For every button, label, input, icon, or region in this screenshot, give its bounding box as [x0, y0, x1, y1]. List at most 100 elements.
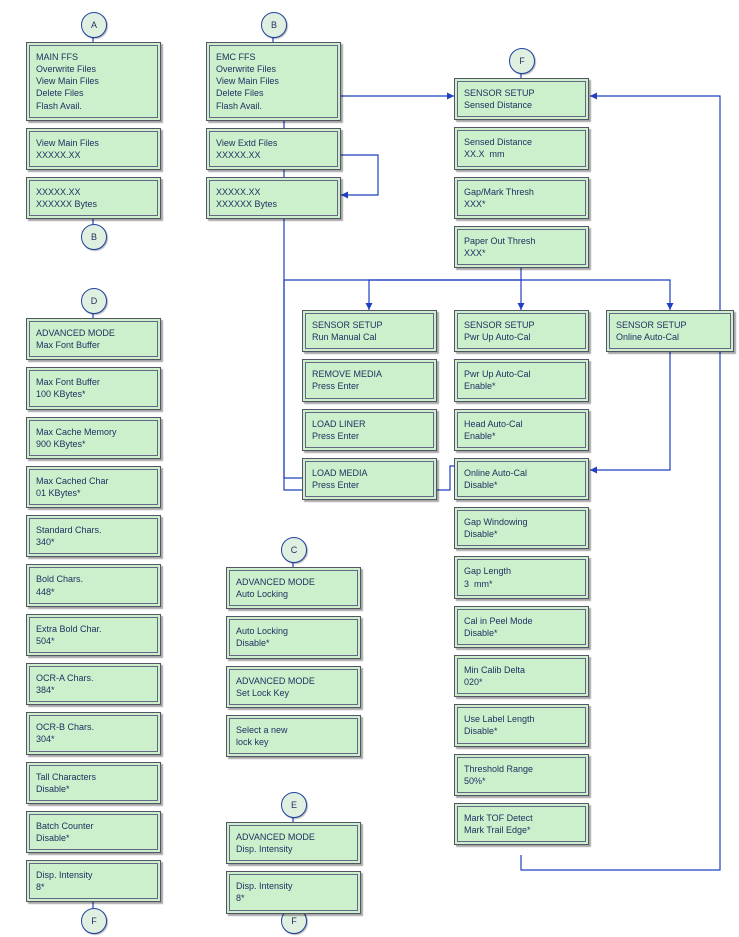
- line: XXX*: [464, 198, 579, 210]
- box-sensor-online: SENSOR SETUP Online Auto-Cal: [606, 310, 734, 352]
- line: Batch Counter: [36, 820, 151, 832]
- line: Max Font Buffer: [36, 376, 151, 388]
- line: SENSOR SETUP: [464, 319, 579, 331]
- line: Sensed Distance: [464, 99, 579, 111]
- line: View Extd Files: [216, 137, 331, 149]
- connector-E-top: E: [281, 792, 307, 818]
- line: View Main Files: [36, 75, 151, 87]
- connector-D-top: D: [81, 288, 107, 314]
- box-remove-media: REMOVE MEDIA Press Enter: [302, 359, 437, 401]
- column-advanced-disp: ADVANCED MODE Disp. Intensity Disp. Inte…: [226, 822, 361, 921]
- line: Online Auto-Cal: [464, 467, 579, 479]
- line: 8*: [236, 892, 351, 904]
- column-sensor-setup-top: SENSOR SETUP Sensed Distance Sensed Dist…: [454, 78, 589, 275]
- box-maxfont-100k: Max Font Buffer 100 KBytes*: [26, 367, 161, 409]
- box-adv-maxfont: ADVANCED MODE Max Font Buffer: [26, 318, 161, 360]
- box-load-liner: LOAD LINER Press Enter: [302, 409, 437, 451]
- line: 100 KBytes*: [36, 388, 151, 400]
- line: Pwr Up Auto-Cal: [464, 331, 579, 343]
- line: Online Auto-Cal: [616, 331, 724, 343]
- line: Set Lock Key: [236, 687, 351, 699]
- line: Max Cache Memory: [36, 426, 151, 438]
- line: SENSOR SETUP: [616, 319, 724, 331]
- line: Disp. Intensity: [36, 869, 151, 881]
- line: 900 KBytes*: [36, 438, 151, 450]
- connector-C-top: C: [281, 537, 307, 563]
- box-gap-windowing: Gap Windowing Disable*: [454, 507, 589, 549]
- line: Mark Trail Edge*: [464, 824, 579, 836]
- line: Max Font Buffer: [36, 339, 151, 351]
- line: Run Manual Cal: [312, 331, 427, 343]
- line: Disp. Intensity: [236, 843, 351, 855]
- line: 504*: [36, 635, 151, 647]
- box-mark-tof: Mark TOF Detect Mark Trail Edge*: [454, 803, 589, 845]
- line: 020*: [464, 676, 579, 688]
- line: Disable*: [464, 725, 579, 737]
- box-min-calib: Min Calib Delta 020*: [454, 655, 589, 697]
- line: 340*: [36, 536, 151, 548]
- line: Delete Files: [36, 87, 151, 99]
- box-main-ffs-view: View Main Files XXXXX.XX: [26, 128, 161, 170]
- line: MAIN FFS: [36, 51, 151, 63]
- line: Press Enter: [312, 479, 427, 491]
- line: Enable*: [464, 430, 579, 442]
- line: 01 KBytes*: [36, 487, 151, 499]
- line: XXXXX.XX: [216, 186, 331, 198]
- line: ADVANCED MODE: [236, 831, 351, 843]
- line: Pwr Up Auto-Cal: [464, 368, 579, 380]
- connector-A-top: A: [81, 12, 107, 38]
- box-gap-thresh: Gap/Mark Thresh XXX*: [454, 177, 589, 219]
- line: XXXXX.XX: [36, 149, 151, 161]
- box-load-media: LOAD MEDIA Press Enter: [302, 458, 437, 500]
- line: SENSOR SETUP: [464, 87, 579, 99]
- line: Bold Chars.: [36, 573, 151, 585]
- line: XXXXX.XX: [216, 149, 331, 161]
- line: ADVANCED MODE: [236, 576, 351, 588]
- box-sensor-setup: SENSOR SETUP Sensed Distance: [454, 78, 589, 120]
- line: 448*: [36, 586, 151, 598]
- line: Gap/Mark Thresh: [464, 186, 579, 198]
- line: XXXXX.XX: [36, 186, 151, 198]
- line: EMC FFS: [216, 51, 331, 63]
- box-main-ffs-bytes: XXXXX.XX XXXXXX Bytes: [26, 177, 161, 219]
- line: OCR-A Chars.: [36, 672, 151, 684]
- box-adv-dispint: ADVANCED MODE Disp. Intensity: [226, 822, 361, 864]
- line: Auto Locking: [236, 625, 351, 637]
- column-online-autocal: SENSOR SETUP Online Auto-Cal: [606, 310, 734, 359]
- column-main-ffs: MAIN FFS Overwrite Files View Main Files…: [26, 42, 161, 226]
- line: View Main Files: [36, 137, 151, 149]
- box-pwrup-enable: Pwr Up Auto-Cal Enable*: [454, 359, 589, 401]
- line: Max Cached Char: [36, 475, 151, 487]
- box-ocra-chars: OCR-A Chars. 384*: [26, 663, 161, 705]
- box-dispint-8: Disp. Intensity 8*: [226, 871, 361, 913]
- box-use-label-len: Use Label Length Disable*: [454, 704, 589, 746]
- line: Disable*: [36, 832, 151, 844]
- line: Disable*: [236, 637, 351, 649]
- box-std-chars: Standard Chars. 340*: [26, 515, 161, 557]
- line: OCR-B Chars.: [36, 721, 151, 733]
- column-emc-ffs: EMC FFS Overwrite Files View Main Files …: [206, 42, 341, 226]
- box-sensor-pwrup: SENSOR SETUP Pwr Up Auto-Cal: [454, 310, 589, 352]
- line: 384*: [36, 684, 151, 696]
- box-maxcached-char: Max Cached Char 01 KBytes*: [26, 466, 161, 508]
- line: lock key: [236, 736, 351, 748]
- box-sensed-dist: Sensed Distance XX.X mm: [454, 127, 589, 169]
- box-select-lockkey: Select a new lock key: [226, 715, 361, 757]
- line: XXXXXX Bytes: [216, 198, 331, 210]
- line: LOAD MEDIA: [312, 467, 427, 479]
- box-xbold-chars: Extra Bold Char. 504*: [26, 614, 161, 656]
- line: Mark TOF Detect: [464, 812, 579, 824]
- line: Flash Avail.: [36, 100, 151, 112]
- box-emc-ffs-view: View Extd Files XXXXX.XX: [206, 128, 341, 170]
- line: Flash Avail.: [216, 100, 331, 112]
- line: SENSOR SETUP: [312, 319, 427, 331]
- line: Select a new: [236, 724, 351, 736]
- connector-F-top: F: [509, 48, 535, 74]
- line: Disp. Intensity: [236, 880, 351, 892]
- box-autolock-disable: Auto Locking Disable*: [226, 616, 361, 658]
- line: ADVANCED MODE: [36, 327, 151, 339]
- box-thresh-range: Threshold Range 50%*: [454, 754, 589, 796]
- line: Disable*: [36, 783, 151, 795]
- line: View Main Files: [216, 75, 331, 87]
- box-paper-out: Paper Out Thresh XXX*: [454, 226, 589, 268]
